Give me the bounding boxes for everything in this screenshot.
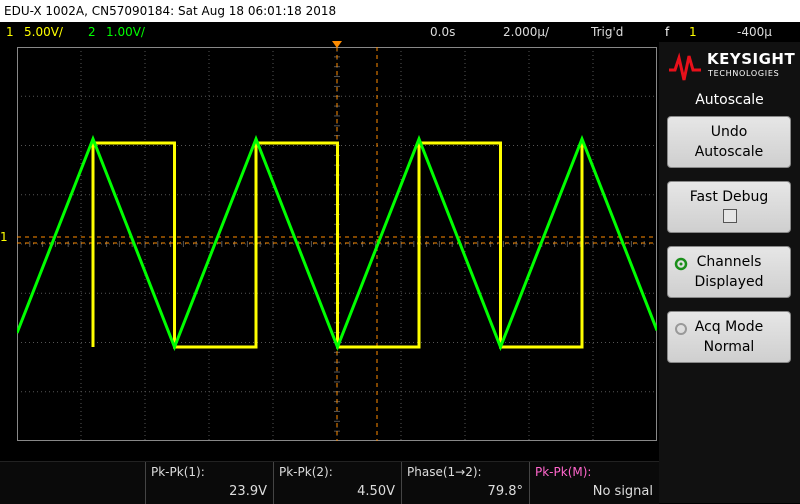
softkey-label: Undo	[710, 124, 748, 140]
measurement-phase[interactable]: Phase(1→2): 79.8°	[401, 462, 529, 504]
menu-title: Autoscale	[695, 92, 764, 108]
softkey-label: Fast Debug	[689, 189, 769, 205]
softkey-panel: KEYSIGHT TECHNOLOGIES Autoscale Undo Aut…	[659, 42, 800, 503]
status-bar: 1 5.00V/ 2 1.00V/ 0.0s 2.000µ/ Trig'd f …	[0, 22, 800, 42]
trigger-status: Trig'd	[591, 25, 624, 39]
waveform-display[interactable]	[17, 47, 657, 441]
time-delay[interactable]: 0.0s	[430, 22, 455, 42]
measurement-pk-pk-1[interactable]: Pk-Pk(1): 23.9V	[145, 462, 273, 504]
channels-displayed-button[interactable]: Channels Displayed	[667, 246, 791, 298]
softkey-label: Channels	[696, 254, 762, 270]
ch2-scale[interactable]: 1.00V/	[106, 22, 145, 42]
softkey-label: Acq Mode	[694, 319, 764, 335]
measurement-bar: Pk-Pk(1): 23.9V Pk-Pk(2): 4.50V Phase(1→…	[0, 461, 659, 504]
softkey-label: Normal	[703, 339, 755, 355]
measurement-value: No signal	[592, 484, 653, 499]
window-title-bar: EDU-X 1002A, CN57090184: Sat Aug 18 06:0…	[0, 0, 800, 22]
keysight-wave-icon	[669, 52, 701, 81]
brand-name: KEYSIGHT	[707, 50, 796, 68]
trigger-edge-icon: f	[665, 25, 670, 39]
measurement-value: 4.50V	[357, 484, 395, 499]
measurement-label: Pk-Pk(M):	[535, 465, 592, 479]
measurement-value: 23.9V	[229, 484, 267, 499]
trigger-source[interactable]: 1	[689, 22, 697, 42]
waveform-graticule	[17, 47, 657, 441]
trigger-level[interactable]: -400µ	[737, 22, 772, 42]
window-title: EDU-X 1002A, CN57090184: Sat Aug 18 06:0…	[4, 4, 337, 18]
keysight-logo: KEYSIGHT TECHNOLOGIES	[667, 48, 795, 86]
measurement-label: Pk-Pk(1):	[151, 465, 205, 479]
softkey-label: Displayed	[694, 274, 764, 290]
acq-mode-button[interactable]: Acq Mode Normal	[667, 311, 791, 363]
measurement-value: 79.8°	[487, 484, 523, 499]
undo-autoscale-button[interactable]: Undo Autoscale	[667, 116, 791, 168]
ch1-ground-label: 1	[0, 230, 8, 244]
ch1-scale[interactable]: 5.00V/	[24, 22, 63, 42]
ch1-square-wave-trace	[91, 141, 584, 349]
ch2-number[interactable]: 2	[88, 22, 96, 42]
measurement-label: Pk-Pk(2):	[279, 465, 333, 479]
measurement-pk-pk-m[interactable]: Pk-Pk(M): No signal	[529, 462, 659, 504]
softkey-label: Autoscale	[694, 144, 764, 160]
channel-ground-marker[interactable]: 1	[0, 230, 8, 244]
measurement-label: Phase(1→2):	[407, 465, 482, 479]
ch1-number[interactable]: 1	[6, 22, 14, 42]
measurement-pk-pk-2[interactable]: Pk-Pk(2): 4.50V	[273, 462, 401, 504]
time-scale[interactable]: 2.000µ/	[503, 22, 549, 42]
brand-subtitle: TECHNOLOGIES	[708, 69, 780, 78]
fast-debug-button[interactable]: Fast Debug	[667, 181, 791, 233]
fast-debug-checkbox[interactable]	[723, 209, 737, 223]
